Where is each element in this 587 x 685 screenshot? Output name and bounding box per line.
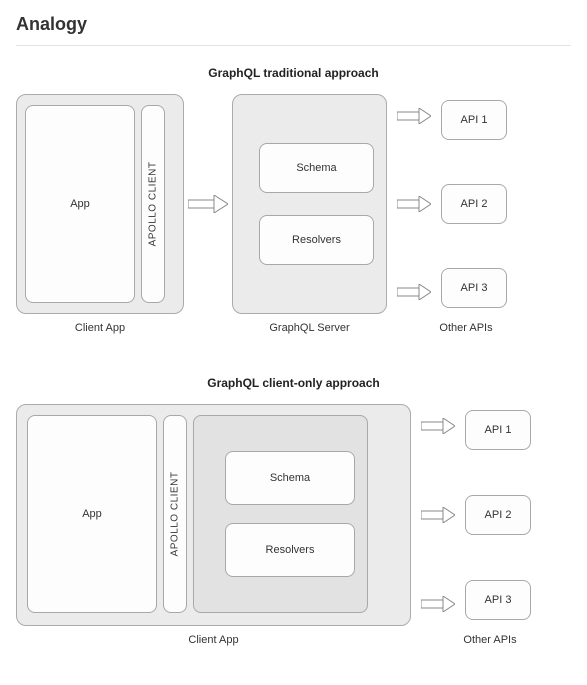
api2-box-2: API 2 [465, 495, 531, 535]
apollo-client-box: APOLLO CLIENT [141, 105, 165, 303]
resolvers-box: Resolvers [259, 215, 374, 265]
arrow-to-api2 [397, 196, 431, 212]
api3-label: API 3 [461, 282, 488, 294]
client-app-caption-2: Client App [16, 634, 411, 646]
arrow2-to-api1 [421, 418, 455, 434]
arrow-client-to-server [188, 195, 228, 213]
api3-label-2: API 3 [485, 594, 512, 606]
api2-box: API 2 [441, 184, 507, 224]
apollo-client-label-2: APOLLO CLIENT [170, 472, 181, 557]
diagram-traditional: GraphQL traditional approach App APOLLO … [16, 66, 571, 334]
section2-title: GraphQL client-only approach [16, 376, 571, 390]
app-label-2: App [82, 508, 102, 520]
api1-label-2: API 1 [485, 424, 512, 436]
resolvers-label: Resolvers [292, 234, 341, 246]
app-box-2: App [27, 415, 157, 613]
api1-box: API 1 [441, 100, 507, 140]
arrow2-to-api2 [421, 507, 455, 523]
graphql-server-container: Schema Resolvers [232, 94, 387, 314]
arrow2-to-api3 [421, 596, 455, 612]
api-column-2: API 1 API 2 API 3 [465, 404, 531, 626]
resolvers-box-2: Resolvers [225, 523, 355, 577]
apollo-client-box-2: APOLLO CLIENT [163, 415, 187, 613]
api2-label: API 2 [461, 198, 488, 210]
api3-box-2: API 3 [465, 580, 531, 620]
other-apis-caption: Other APIs [433, 322, 499, 334]
arrow-to-api1 [397, 108, 431, 124]
app-box: App [25, 105, 135, 303]
api3-box: API 3 [441, 268, 507, 308]
other-apis-caption-2: Other APIs [457, 634, 523, 646]
schema-box: Schema [259, 143, 374, 193]
arrow-to-api3 [397, 284, 431, 300]
graphql-server-caption: GraphQL Server [232, 322, 387, 334]
app-label: App [70, 198, 90, 210]
client-app-caption: Client App [16, 322, 184, 334]
api2-label-2: API 2 [485, 509, 512, 521]
section1-title: GraphQL traditional approach [16, 66, 571, 80]
api1-label: API 1 [461, 114, 488, 126]
apollo-client-label: APOLLO CLIENT [148, 162, 159, 247]
schema-label-2: Schema [270, 472, 310, 484]
client-app-container: App APOLLO CLIENT [16, 94, 184, 314]
page-title: Analogy [16, 14, 571, 46]
client-app-container-2: App APOLLO CLIENT Schema Resolvers [16, 404, 411, 626]
resolvers-label-2: Resolvers [266, 544, 315, 556]
api-column: API 1 API 2 API 3 [441, 94, 507, 314]
schema-label: Schema [296, 162, 336, 174]
api1-box-2: API 1 [465, 410, 531, 450]
diagram-client-only: GraphQL client-only approach App APOLLO … [16, 376, 571, 646]
schema-box-2: Schema [225, 451, 355, 505]
embedded-server-container: Schema Resolvers [193, 415, 368, 613]
